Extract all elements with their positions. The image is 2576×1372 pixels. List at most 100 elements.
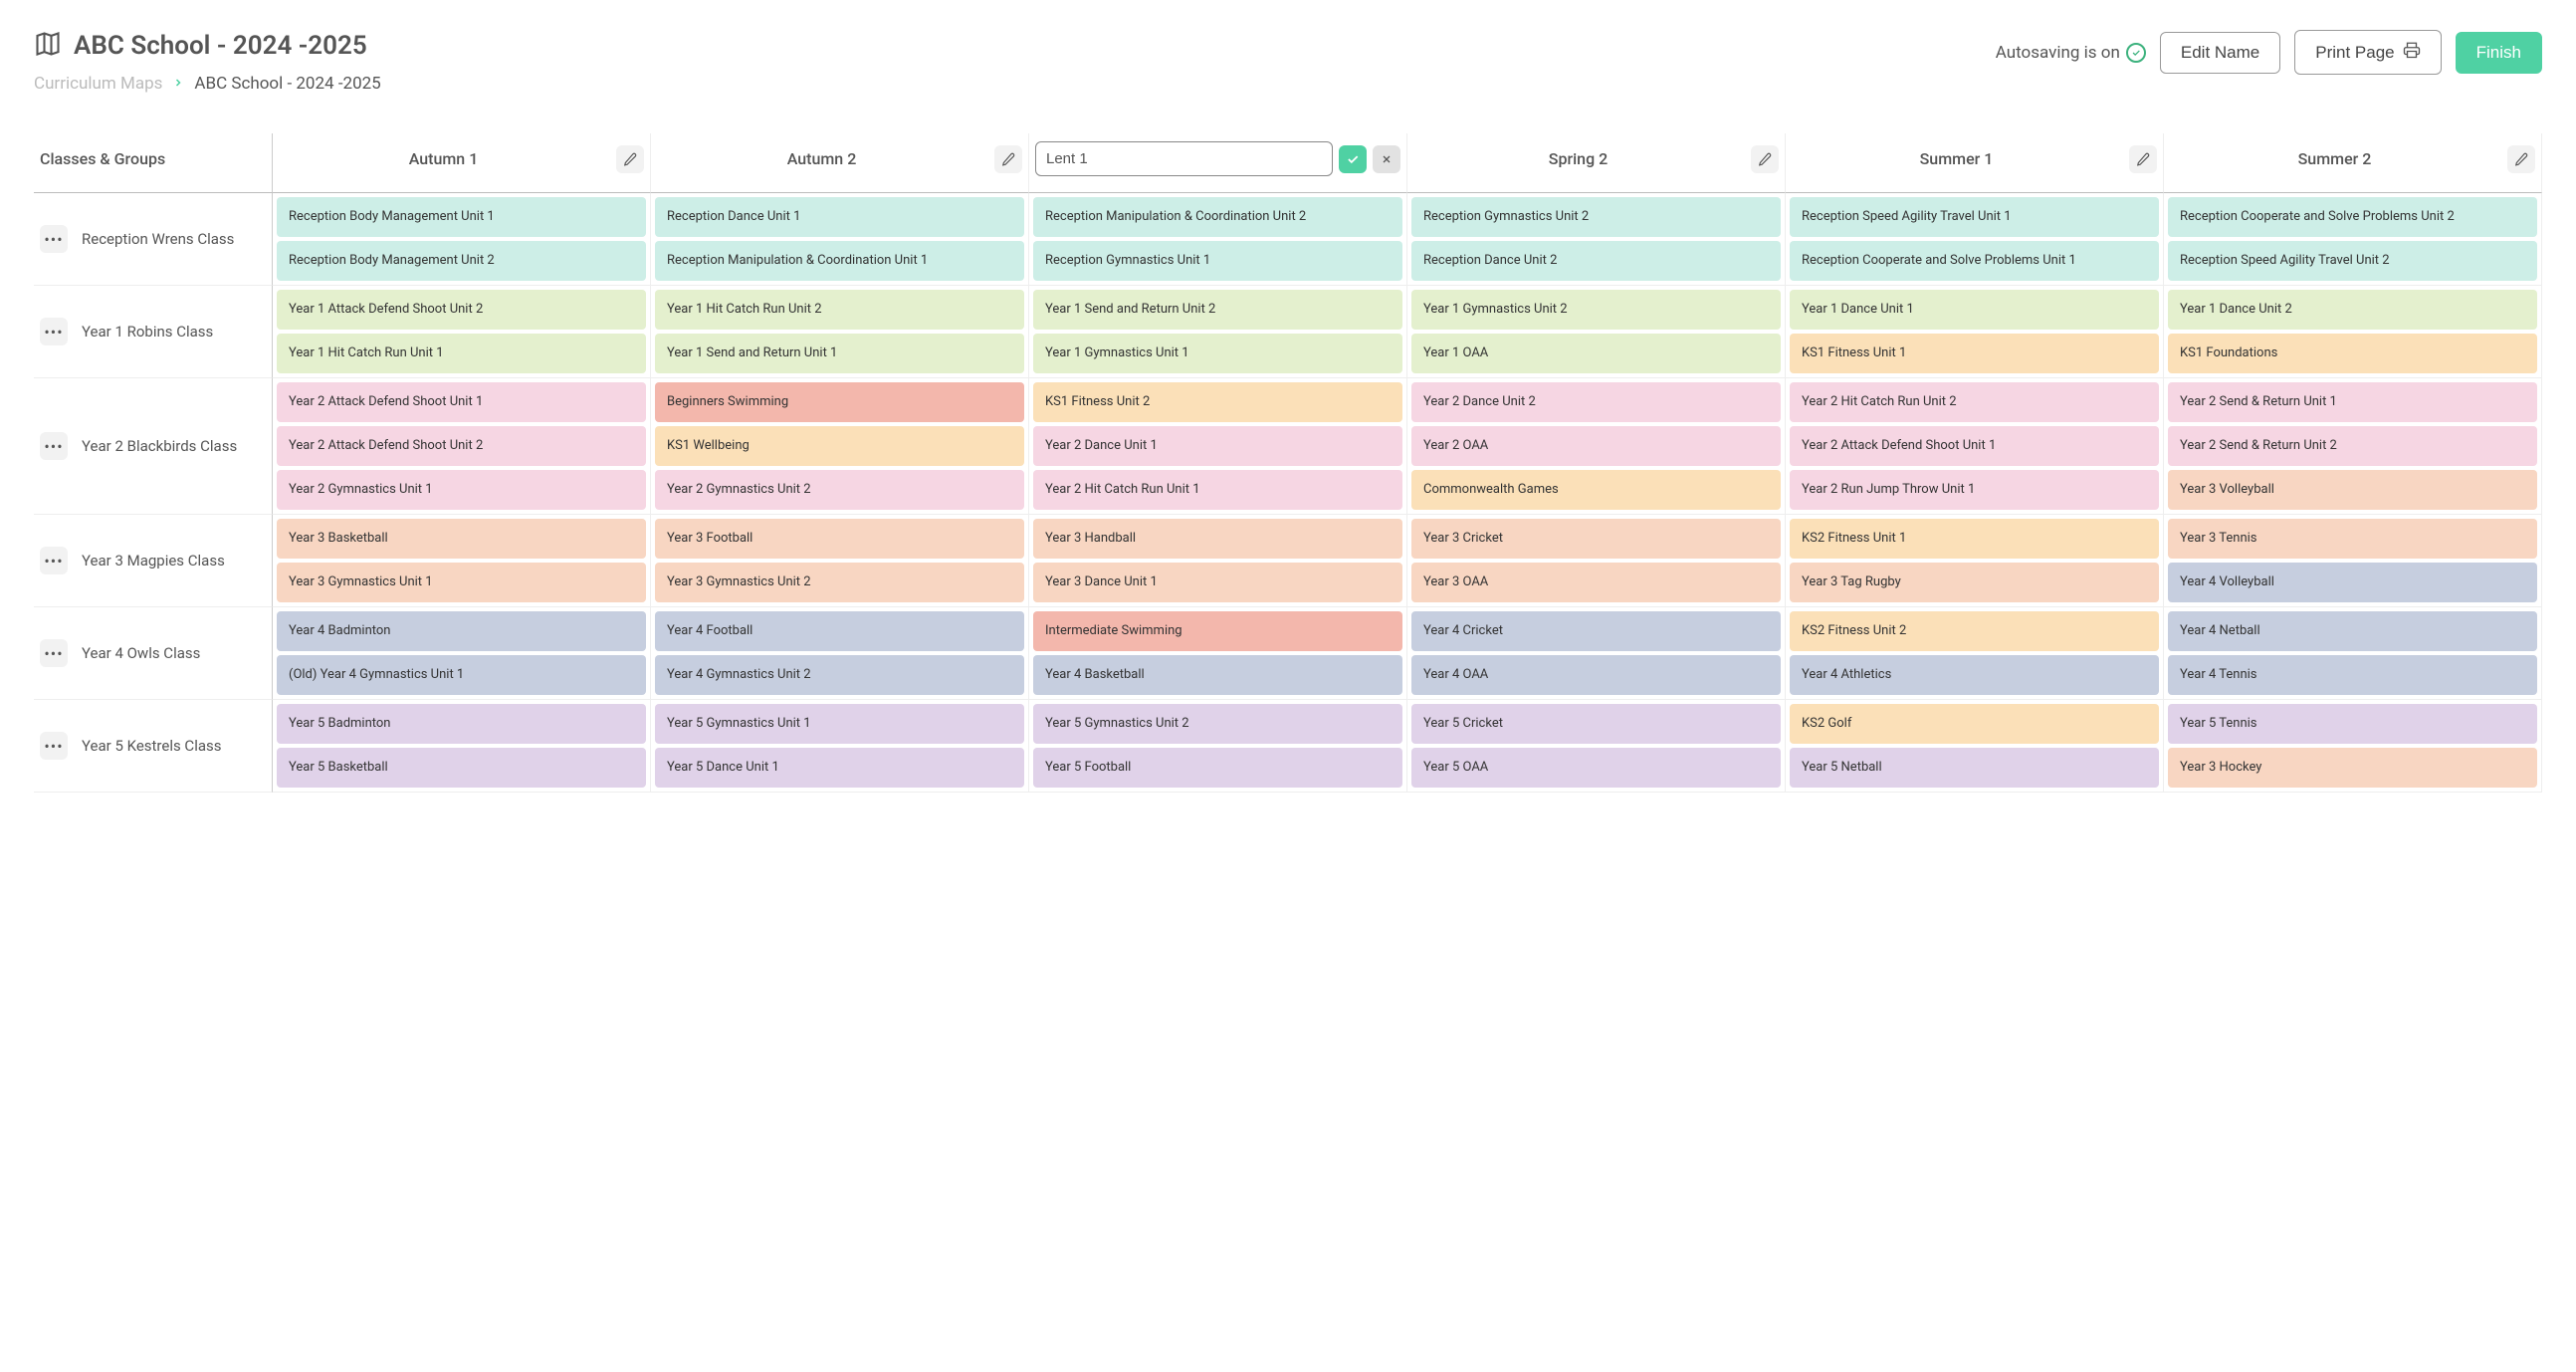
unit-chip[interactable]: Year 3 OAA — [1411, 563, 1781, 602]
unit-chip[interactable]: Reception Gymnastics Unit 1 — [1033, 241, 1402, 281]
unit-chip[interactable]: Reception Manipulation & Coordination Un… — [1033, 197, 1402, 237]
unit-chip[interactable]: Year 3 Hockey — [2168, 748, 2537, 788]
unit-chip[interactable]: Year 2 Gymnastics Unit 2 — [655, 470, 1024, 510]
unit-chip[interactable]: Year 2 Hit Catch Run Unit 1 — [1033, 470, 1402, 510]
unit-chip[interactable]: Year 5 Badminton — [277, 704, 646, 744]
unit-chip[interactable]: Year 1 Send and Return Unit 1 — [655, 334, 1024, 373]
unit-chip[interactable]: Year 5 Netball — [1790, 748, 2159, 788]
unit-chip[interactable]: KS2 Fitness Unit 1 — [1790, 519, 2159, 559]
unit-chip[interactable]: Year 4 Tennis — [2168, 655, 2537, 695]
unit-chip[interactable]: Year 5 Dance Unit 1 — [655, 748, 1024, 788]
unit-chip[interactable]: Year 4 Volleyball — [2168, 563, 2537, 602]
edit-term-button[interactable] — [994, 145, 1022, 173]
unit-chip[interactable]: Year 3 Tag Rugby — [1790, 563, 2159, 602]
unit-chip[interactable]: Year 5 Tennis — [2168, 704, 2537, 744]
unit-chip[interactable]: Year 2 Gymnastics Unit 1 — [277, 470, 646, 510]
unit-chip[interactable]: Year 2 Send & Return Unit 2 — [2168, 426, 2537, 466]
unit-chip[interactable]: Year 2 Dance Unit 1 — [1033, 426, 1402, 466]
unit-chip[interactable]: KS1 Foundations — [2168, 334, 2537, 373]
row-more-button[interactable]: ••• — [40, 547, 68, 574]
row-more-button[interactable]: ••• — [40, 318, 68, 345]
edit-term-button[interactable] — [1751, 145, 1779, 173]
term-name-input[interactable] — [1035, 141, 1333, 176]
unit-chip[interactable]: Year 4 Basketball — [1033, 655, 1402, 695]
unit-chip[interactable]: Year 5 Gymnastics Unit 2 — [1033, 704, 1402, 744]
unit-chip[interactable]: Year 1 Dance Unit 1 — [1790, 290, 2159, 330]
unit-chip[interactable]: Year 2 Attack Defend Shoot Unit 2 — [277, 426, 646, 466]
unit-chip[interactable]: Reception Manipulation & Coordination Un… — [655, 241, 1024, 281]
unit-chip[interactable]: Year 1 Gymnastics Unit 1 — [1033, 334, 1402, 373]
unit-chip[interactable]: Year 2 Dance Unit 2 — [1411, 382, 1781, 422]
unit-chip[interactable]: Year 2 Send & Return Unit 1 — [2168, 382, 2537, 422]
grid-cell: Year 1 Hit Catch Run Unit 2 Year 1 Send a… — [651, 286, 1029, 378]
unit-chip[interactable]: Year 1 Dance Unit 2 — [2168, 290, 2537, 330]
unit-chip[interactable]: Year 3 Gymnastics Unit 1 — [277, 563, 646, 602]
unit-chip[interactable]: Year 4 Netball — [2168, 611, 2537, 651]
unit-chip[interactable]: Year 1 Hit Catch Run Unit 2 — [655, 290, 1024, 330]
unit-chip[interactable]: Year 1 OAA — [1411, 334, 1781, 373]
edit-term-button[interactable] — [616, 145, 644, 173]
unit-chip[interactable]: Commonwealth Games — [1411, 470, 1781, 510]
unit-chip[interactable]: KS1 Wellbeing — [655, 426, 1024, 466]
unit-chip[interactable]: Year 5 Cricket — [1411, 704, 1781, 744]
cancel-rename-button[interactable] — [1373, 145, 1400, 173]
unit-chip[interactable]: KS1 Fitness Unit 1 — [1790, 334, 2159, 373]
row-more-button[interactable]: ••• — [40, 225, 68, 253]
unit-chip[interactable]: Year 4 Football — [655, 611, 1024, 651]
unit-chip[interactable]: Intermediate Swimming — [1033, 611, 1402, 651]
unit-chip[interactable]: Year 3 Gymnastics Unit 2 — [655, 563, 1024, 602]
unit-chip[interactable]: Year 2 Attack Defend Shoot Unit 1 — [277, 382, 646, 422]
unit-chip[interactable]: Year 2 Run Jump Throw Unit 1 — [1790, 470, 2159, 510]
unit-chip[interactable]: KS1 Fitness Unit 2 — [1033, 382, 1402, 422]
unit-chip[interactable]: Reception Body Management Unit 1 — [277, 197, 646, 237]
unit-chip[interactable]: Reception Speed Agility Travel Unit 2 — [2168, 241, 2537, 281]
row-more-button[interactable]: ••• — [40, 639, 68, 667]
unit-chip[interactable]: Year 5 Gymnastics Unit 1 — [655, 704, 1024, 744]
confirm-rename-button[interactable] — [1339, 145, 1367, 173]
unit-chip[interactable]: (Old) Year 4 Gymnastics Unit 1 — [277, 655, 646, 695]
unit-chip[interactable]: Year 5 Football — [1033, 748, 1402, 788]
unit-chip[interactable]: Year 4 Badminton — [277, 611, 646, 651]
unit-chip[interactable]: Year 2 Hit Catch Run Unit 2 — [1790, 382, 2159, 422]
finish-button[interactable]: Finish — [2456, 32, 2542, 74]
grid-cell: Year 2 Send & Return Unit 1Year 2 Send &… — [2164, 378, 2542, 515]
row-more-button[interactable]: ••• — [40, 432, 68, 460]
edit-term-button[interactable] — [2507, 145, 2535, 173]
unit-chip[interactable]: Year 3 Handball — [1033, 519, 1402, 559]
unit-chip[interactable]: Year 3 Dance Unit 1 — [1033, 563, 1402, 602]
unit-chip[interactable]: Year 1 Attack Defend Shoot Unit 2 — [277, 290, 646, 330]
unit-chip[interactable]: Year 3 Cricket — [1411, 519, 1781, 559]
edit-term-button[interactable] — [2129, 145, 2157, 173]
unit-chip[interactable]: Reception Cooperate and Solve Problems U… — [2168, 197, 2537, 237]
unit-chip[interactable]: Reception Gymnastics Unit 2 — [1411, 197, 1781, 237]
unit-chip[interactable]: Year 5 OAA — [1411, 748, 1781, 788]
unit-chip[interactable]: Reception Speed Agility Travel Unit 1 — [1790, 197, 2159, 237]
unit-chip[interactable]: Year 3 Volleyball — [2168, 470, 2537, 510]
unit-chip[interactable]: Year 3 Tennis — [2168, 519, 2537, 559]
unit-chip[interactable]: Year 4 OAA — [1411, 655, 1781, 695]
unit-chip[interactable]: KS2 Fitness Unit 2 — [1790, 611, 2159, 651]
unit-chip[interactable]: Year 2 OAA — [1411, 426, 1781, 466]
unit-chip[interactable]: Year 3 Football — [655, 519, 1024, 559]
column-label: Classes & Groups — [40, 149, 266, 168]
unit-chip[interactable]: Reception Body Management Unit 2 — [277, 241, 646, 281]
print-page-button[interactable]: Print Page — [2294, 30, 2441, 75]
row-more-button[interactable]: ••• — [40, 732, 68, 760]
unit-chip[interactable]: Year 1 Gymnastics Unit 2 — [1411, 290, 1781, 330]
unit-chip[interactable]: Year 1 Hit Catch Run Unit 1 — [277, 334, 646, 373]
unit-chip[interactable]: Year 4 Cricket — [1411, 611, 1781, 651]
breadcrumb-root[interactable]: Curriculum Maps — [34, 74, 162, 94]
unit-chip[interactable]: KS2 Golf — [1790, 704, 2159, 744]
unit-chip[interactable]: Year 1 Send and Return Unit 2 — [1033, 290, 1402, 330]
unit-chip[interactable]: Year 5 Basketball — [277, 748, 646, 788]
column-label: Autumn 2 — [657, 149, 986, 168]
unit-chip[interactable]: Year 4 Gymnastics Unit 2 — [655, 655, 1024, 695]
unit-chip[interactable]: Beginners Swimming — [655, 382, 1024, 422]
unit-chip[interactable]: Year 3 Basketball — [277, 519, 646, 559]
unit-chip[interactable]: Reception Dance Unit 1 — [655, 197, 1024, 237]
unit-chip[interactable]: Year 2 Attack Defend Shoot Unit 1 — [1790, 426, 2159, 466]
unit-chip[interactable]: Year 4 Athletics — [1790, 655, 2159, 695]
unit-chip[interactable]: Reception Cooperate and Solve Problems U… — [1790, 241, 2159, 281]
unit-chip[interactable]: Reception Dance Unit 2 — [1411, 241, 1781, 281]
edit-name-button[interactable]: Edit Name — [2160, 32, 2280, 74]
